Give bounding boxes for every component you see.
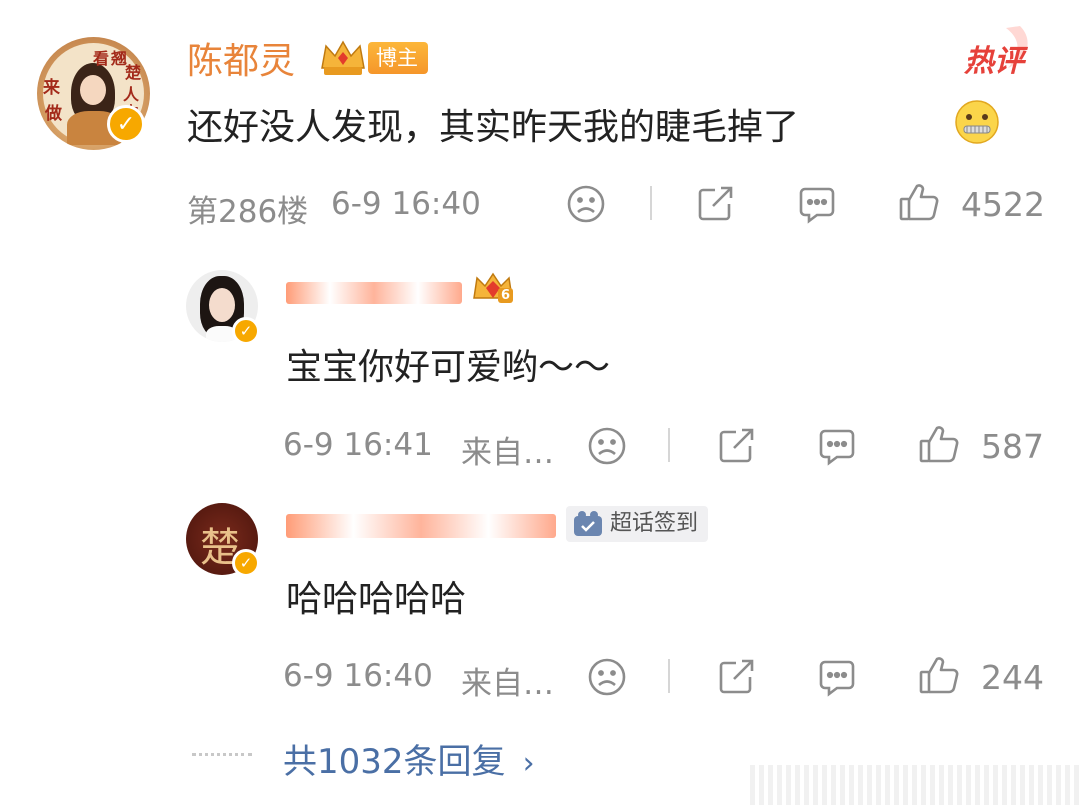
divider xyxy=(668,659,670,693)
reply-time: 6-9 16:41 xyxy=(283,427,433,463)
checkin-icon xyxy=(572,510,604,542)
share-icon[interactable] xyxy=(714,655,758,699)
floor-number: 第286楼 xyxy=(187,194,309,230)
dislike-face-icon[interactable] xyxy=(565,183,607,225)
username[interactable]: 陈都灵 xyxy=(187,32,295,84)
reply-source[interactable]: 来自… xyxy=(461,658,554,703)
share-icon[interactable] xyxy=(714,424,758,468)
zipper-mouth-emoji-icon xyxy=(954,99,1000,145)
verified-badge-icon: ✓ xyxy=(232,317,260,345)
dotted-divider xyxy=(192,753,252,756)
avatar-text: 做 xyxy=(45,104,62,124)
reply-text: 哈哈哈哈哈 xyxy=(286,579,467,620)
reply-text: 宝宝你好可爱哟～～ xyxy=(286,347,611,388)
like-icon[interactable] xyxy=(897,180,941,224)
share-icon[interactable] xyxy=(693,182,737,226)
reply-time: 6-9 16:40 xyxy=(283,658,433,694)
like-count: 4522 xyxy=(961,185,1045,224)
more-replies-label: 共1032条回复 xyxy=(283,742,506,782)
like-icon[interactable] xyxy=(917,653,961,697)
reply-source[interactable]: 来自… xyxy=(461,427,554,472)
comment-icon[interactable] xyxy=(815,656,859,698)
comment-time: 6-9 16:40 xyxy=(331,186,481,222)
crown-icon xyxy=(318,38,368,78)
comment-icon[interactable] xyxy=(795,183,839,225)
chevron-right-icon: › xyxy=(522,746,535,781)
verified-badge-icon: ✓ xyxy=(107,105,145,143)
blogger-badge: 博主 xyxy=(368,42,428,74)
comment-icon[interactable] xyxy=(815,425,859,467)
avatar-text: 来 xyxy=(43,78,60,98)
verified-badge-icon: ✓ xyxy=(232,549,260,577)
avatar-text: 看 xyxy=(93,49,110,68)
comment-text: 还好没人发现，其实昨天我的睫毛掉了 xyxy=(187,107,800,148)
like-icon[interactable] xyxy=(917,422,961,466)
divider xyxy=(650,186,652,220)
hot-comment-tag: 热评 xyxy=(962,22,1042,79)
like-count: 587 xyxy=(981,427,1044,466)
crown-level-icon: 6 xyxy=(470,268,516,310)
like-count: 244 xyxy=(981,658,1044,697)
divider xyxy=(668,428,670,462)
dislike-face-icon[interactable] xyxy=(586,656,628,698)
dislike-face-icon[interactable] xyxy=(586,425,628,467)
watermark xyxy=(750,765,1080,805)
super-topic-checkin-tag: 超话签到 xyxy=(566,506,709,542)
username[interactable] xyxy=(286,510,556,540)
more-replies-link[interactable]: 共1032条回复 › xyxy=(283,734,535,783)
avatar-text: 楚 xyxy=(125,63,142,82)
username[interactable] xyxy=(286,278,462,306)
